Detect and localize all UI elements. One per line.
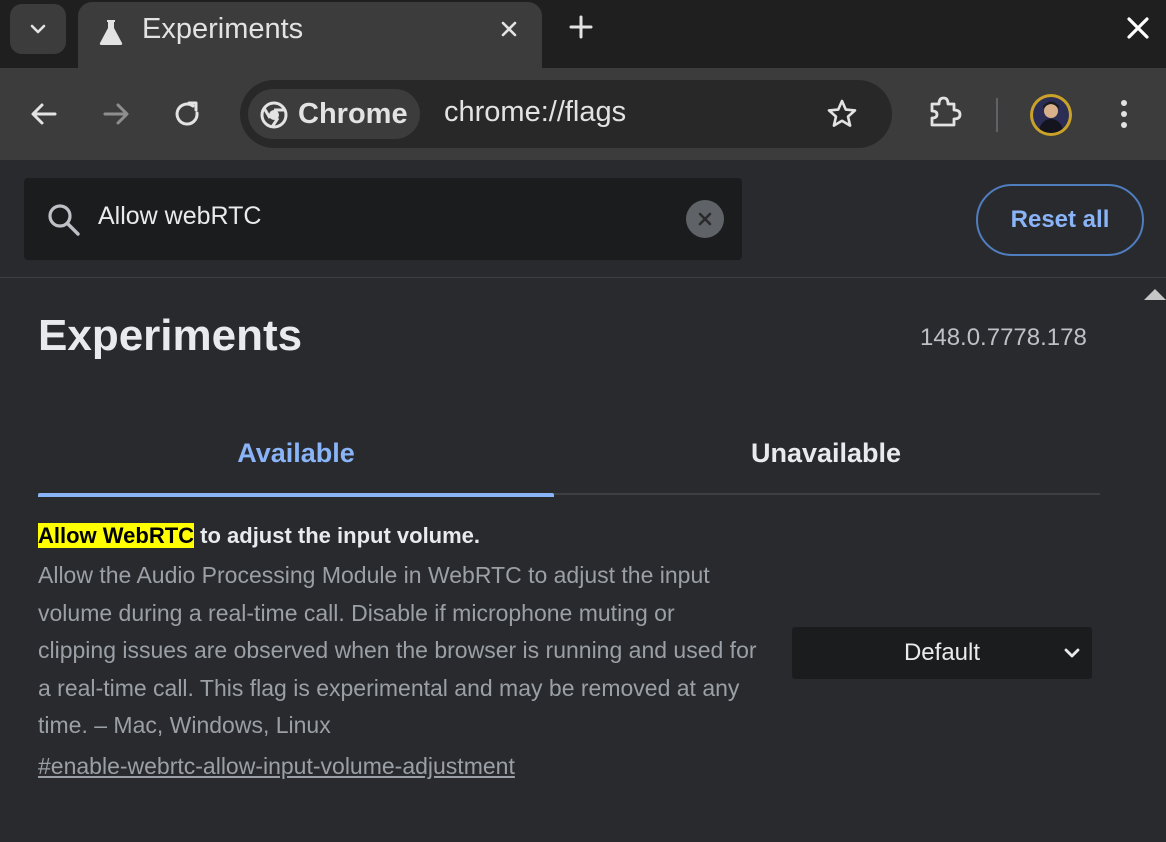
flag-title-rest: to adjust the input volume. — [194, 523, 481, 548]
window-close-icon[interactable] — [1124, 14, 1152, 42]
more-menu-icon[interactable] — [1114, 96, 1134, 132]
page-title: Experiments — [38, 311, 303, 360]
tab-search-button[interactable] — [10, 4, 66, 54]
tab-unavailable[interactable]: Unavailable — [568, 411, 1084, 495]
clear-x-icon — [698, 212, 712, 226]
clear-search-button[interactable] — [686, 200, 724, 238]
flag-select-value: Default — [903, 639, 981, 666]
flag-entry: Allow WebRTC to adjust the input volume.… — [38, 519, 1100, 785]
avatar-image-icon — [1038, 101, 1064, 133]
chevron-down-icon — [1064, 648, 1080, 658]
flag-permalink[interactable]: #enable-webrtc-allow-input-volume-adjust… — [38, 747, 515, 785]
chip-label: Chrome — [298, 98, 408, 130]
flag-description: Allow the Audio Processing Module in Web… — [38, 562, 757, 738]
toolbar: Chrome chrome://flags — [0, 68, 1166, 160]
toolbar-divider — [996, 98, 998, 132]
profile-avatar[interactable] — [1030, 94, 1072, 136]
flags-search-box[interactable] — [24, 178, 742, 260]
search-input[interactable] — [98, 202, 658, 231]
flag-state-select[interactable]: Default — [792, 627, 1092, 679]
site-info-chip[interactable]: Chrome — [248, 89, 420, 139]
url-text[interactable]: chrome://flags — [444, 96, 626, 129]
flask-icon — [99, 20, 123, 45]
flag-title: Allow WebRTC to adjust the input volume. — [38, 519, 1100, 553]
tab-available[interactable]: Available — [38, 411, 554, 497]
tabs-row: Available Unavailable — [38, 411, 1100, 497]
scroll-up-arrow-icon[interactable] — [1144, 289, 1166, 300]
version-number: 148.0.7778.178 — [920, 324, 1087, 351]
back-icon[interactable] — [28, 98, 60, 130]
reset-all-button[interactable]: Reset all — [976, 184, 1144, 256]
tab-title: Experiments — [142, 13, 304, 45]
reload-icon[interactable] — [172, 98, 204, 130]
chevron-down-icon — [30, 24, 46, 34]
flags-header: Reset all — [0, 160, 1166, 278]
forward-icon[interactable] — [100, 98, 132, 130]
address-bar[interactable]: Chrome chrome://flags — [240, 80, 892, 148]
flag-title-highlight: Allow WebRTC — [38, 523, 195, 548]
tab-strip: Experiments — [0, 0, 1166, 68]
extensions-puzzle-icon[interactable] — [926, 94, 962, 130]
bookmark-star-icon[interactable] — [826, 98, 858, 130]
browser-tab[interactable]: Experiments — [78, 2, 542, 68]
search-icon — [48, 204, 80, 236]
main-content: Experiments 148.0.7778.178 Available Una… — [0, 279, 1166, 842]
close-tab-icon[interactable] — [498, 18, 520, 40]
new-tab-icon[interactable] — [567, 13, 595, 41]
chrome-logo-icon — [260, 101, 288, 129]
